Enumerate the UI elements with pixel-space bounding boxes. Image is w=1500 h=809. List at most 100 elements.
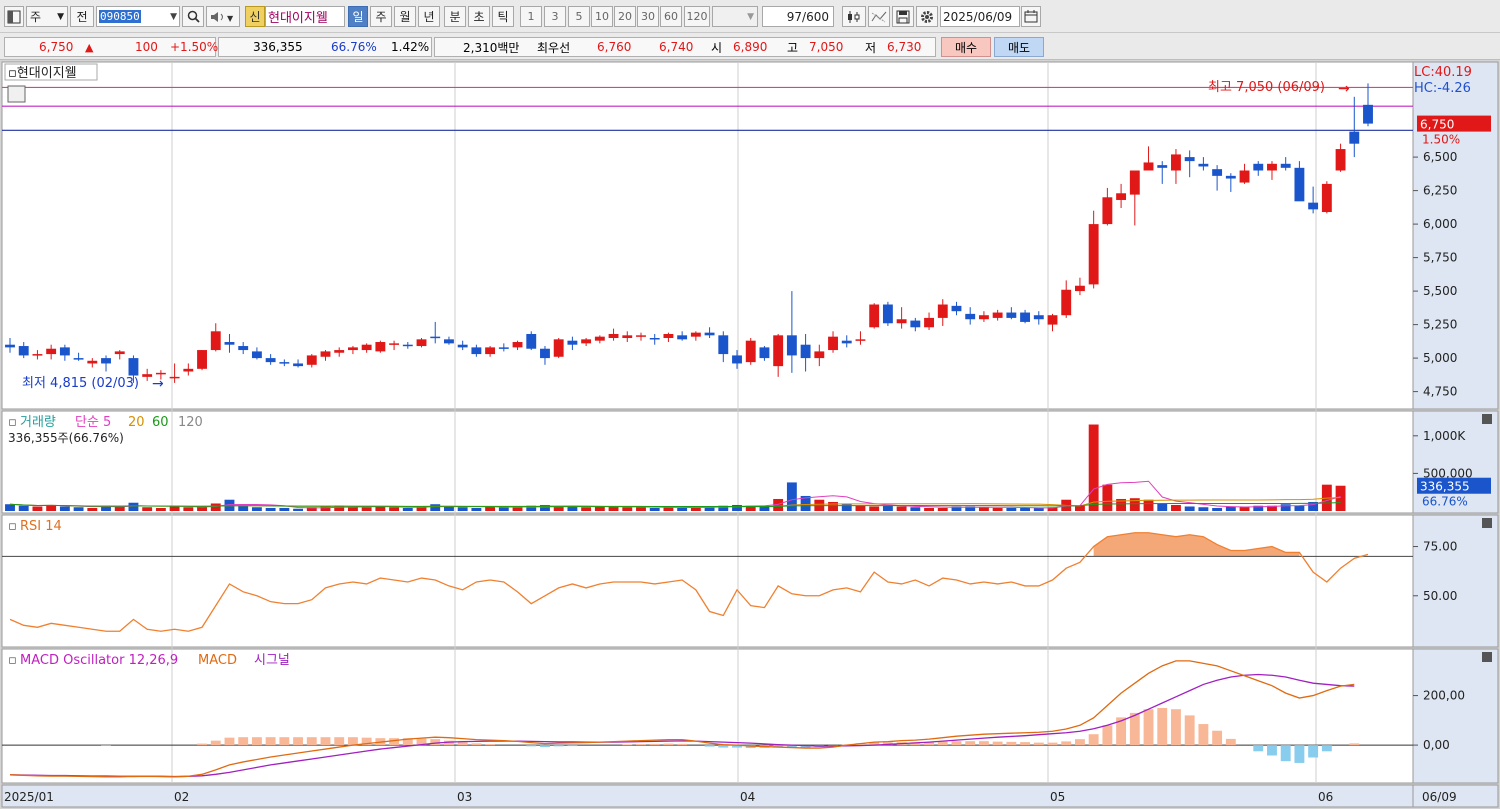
sound-icon[interactable]: ▼ [206,6,240,27]
buy-button[interactable]: 매수 [941,37,991,57]
interval-custom-select[interactable]: ▼ [712,6,758,27]
macd-oscillator-bar [1321,745,1332,752]
volume-bar [1075,505,1085,511]
period-tab-minute[interactable]: 분 [444,6,466,27]
candle-body [1143,162,1154,171]
macd-oscillator-bar [540,745,550,748]
volume-bar [786,482,797,511]
volume-bar [896,506,907,511]
candle-body [636,335,646,337]
candle-body [704,332,715,336]
macd-oscillator-bar [1143,709,1154,746]
volume-bar [869,506,880,511]
period-tab-second[interactable]: 초 [468,6,490,27]
volume-panel-icon: ▫ [8,415,17,430]
count-input[interactable]: 97/600 [762,6,834,27]
volume-bar [924,507,934,511]
candle-body [1280,163,1291,168]
period-tab-tick[interactable]: 틱 [492,6,514,27]
candle-body [1335,149,1346,171]
candle-body [1363,104,1373,124]
save-icon[interactable] [892,6,914,27]
high-arrow-icon: → [1338,81,1350,97]
table-icon [7,85,26,103]
period-tab-day[interactable]: 일 [348,6,368,27]
chevron-down-icon: ▼ [747,11,754,22]
volume-bar [1020,507,1031,511]
candle-body [553,339,564,357]
interval-30[interactable]: 30 [637,6,659,27]
candle-body [59,347,70,356]
macd-oscillator-bar [1020,742,1031,746]
candle-body [649,338,660,340]
chart-canvas[interactable]: 2025/01 02 03 04 05 06 06/09 4,750 5,000 5,250 5,5… [0,60,1500,809]
macd-oscillator-bar [937,741,948,746]
price-change-box: 6,750 ▲ 100 +1.50% [4,37,218,57]
gear-icon[interactable] [916,6,938,27]
candle-body [1047,315,1058,325]
volume-bar [1006,507,1017,511]
stock-code-input[interactable]: 090850 ▼ [96,6,180,27]
market-select[interactable]: 주 ▼ [26,6,68,27]
up-arrow-icon: ▲ [85,40,94,54]
x-axis-label: 05 [1050,790,1065,804]
search-icon[interactable] [182,6,204,27]
interval-120[interactable]: 120 [684,6,710,27]
turnover-ratio: 1.42% [391,40,430,54]
macd-oscillator-bar [251,737,262,746]
candle-body [5,344,15,348]
interval-5[interactable]: 5 [568,6,590,27]
candle-body [1225,175,1236,179]
count-value: 97 [786,9,803,24]
date-input[interactable]: 2025/06/09 [940,6,1020,27]
macd-oscillator-bar [663,743,674,746]
interval-10[interactable]: 10 [591,6,613,27]
market-detail-box: 2,310백만 최우선 6,760 6,740 시 6,890 고 7,050 … [434,37,936,57]
candle-body [361,344,372,351]
volume-bar [430,504,441,511]
chart-area[interactable]: 2025/01 02 03 04 05 06 06/09 4,750 5,000 5,250 5,5… [0,60,1500,809]
macd-oscillator-bar [279,737,290,746]
volume-bar [636,507,646,511]
macd-oscillator-bar [1349,743,1360,746]
candle-body [1198,163,1209,167]
period-tab-month[interactable]: 월 [394,6,416,27]
rsi-panel-icon: ▫ [8,519,17,534]
layout-icon[interactable] [4,6,24,27]
macd-oscillator-bar [238,737,249,746]
view-button[interactable]: 전 [70,6,94,27]
interval-3[interactable]: 3 [544,6,566,27]
interval-20[interactable]: 20 [614,6,636,27]
volume-bar [279,507,290,511]
period-tab-week[interactable]: 주 [370,6,392,27]
macd-oscillator-bar [347,737,358,746]
macd-oscillator-bar [1308,745,1319,758]
interval-60[interactable]: 60 [660,6,682,27]
candle-body [841,340,852,344]
axis-panel-rsi [1412,514,1499,648]
axis-panel-macd [1412,648,1499,784]
current-volume-label: 336,355 [1420,480,1470,494]
candle-body [1267,163,1277,171]
period-tab-year[interactable]: 년 [418,6,440,27]
volume-bar [18,505,29,511]
interval-1[interactable]: 1 [520,6,542,27]
indicator-icon[interactable] [868,6,890,27]
candle-body [251,351,262,359]
candle-body [1294,167,1305,202]
candle-body [155,372,166,375]
volume-bar [402,507,413,511]
rsi-title: RSI 14 [20,519,62,534]
low-value: 6,730 [887,40,922,54]
candle-body [855,339,866,341]
volume-bar [882,505,893,511]
volume-ratio: 66.76% [331,40,377,54]
hc-label: HC:-4.26 [1414,81,1471,96]
volume-bar [1294,505,1305,511]
sell-button[interactable]: 매도 [994,37,1044,57]
macd-oscillator-bar [1033,742,1044,746]
calendar-icon[interactable] [1021,6,1041,27]
volume-bar [265,507,276,511]
candle-type-icon[interactable] [842,6,866,27]
volume-bar [361,507,372,511]
